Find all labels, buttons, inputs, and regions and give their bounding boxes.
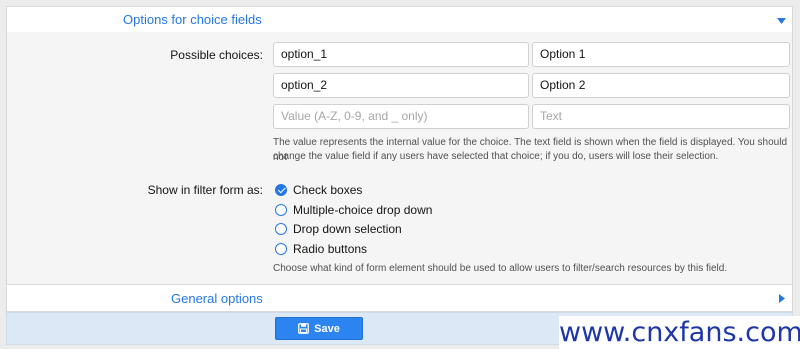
caret-down-icon <box>777 18 786 24</box>
save-label: Save <box>314 322 340 335</box>
filter-option-radio-buttons[interactable]: Radio buttons <box>275 240 367 258</box>
filter-option-multiple-choice-drop-down[interactable]: Multiple-choice drop down <box>275 201 432 219</box>
floppy-disk-icon <box>298 323 310 334</box>
general-options-title: General options <box>171 291 263 306</box>
new-choice-value-input[interactable]: Value (A-Z, 0-9, and _ only) <box>273 104 529 129</box>
watermark: www.cnxfans.com <box>559 316 800 349</box>
filter-option-drop-down-selection[interactable]: Drop down selection <box>275 220 402 238</box>
choice-value-input-2[interactable]: option_2 <box>273 73 529 98</box>
general-options-header[interactable]: General options <box>6 284 793 312</box>
filter-form-label: Show in filter form as: <box>147 183 263 197</box>
choice-text-input-2[interactable]: Option 2 <box>532 73 790 98</box>
choices-hint-line-2: change the value field if any users have… <box>273 151 719 162</box>
filter-option-label: Check boxes <box>293 183 363 197</box>
checkmark-icon[interactable] <box>275 184 287 196</box>
choice-text-input-1[interactable]: Option 1 <box>532 42 790 67</box>
filter-hint: Choose what kind of form element should … <box>273 263 728 274</box>
radio-icon[interactable] <box>275 243 287 255</box>
radio-icon[interactable] <box>275 223 287 235</box>
filter-option-label: Drop down selection <box>293 222 402 236</box>
choice-options-header[interactable]: Options for choice fields <box>6 6 793 33</box>
choice-value-input-1[interactable]: option_1 <box>273 42 529 67</box>
choice-options-body: Possible choices: option_1 Option 1 opti… <box>6 32 793 284</box>
new-choice-text-input[interactable]: Text <box>532 104 790 129</box>
choice-options-title: Options for choice fields <box>123 12 262 27</box>
filter-option-label: Radio buttons <box>293 242 368 256</box>
filter-option-check-boxes[interactable]: Check boxes <box>275 181 362 199</box>
caret-right-icon <box>779 294 785 303</box>
possible-choices-label: Possible choices: <box>170 48 263 62</box>
filter-option-label: Multiple-choice drop down <box>293 203 433 217</box>
radio-icon[interactable] <box>275 204 287 216</box>
save-button[interactable]: Save <box>275 317 363 340</box>
